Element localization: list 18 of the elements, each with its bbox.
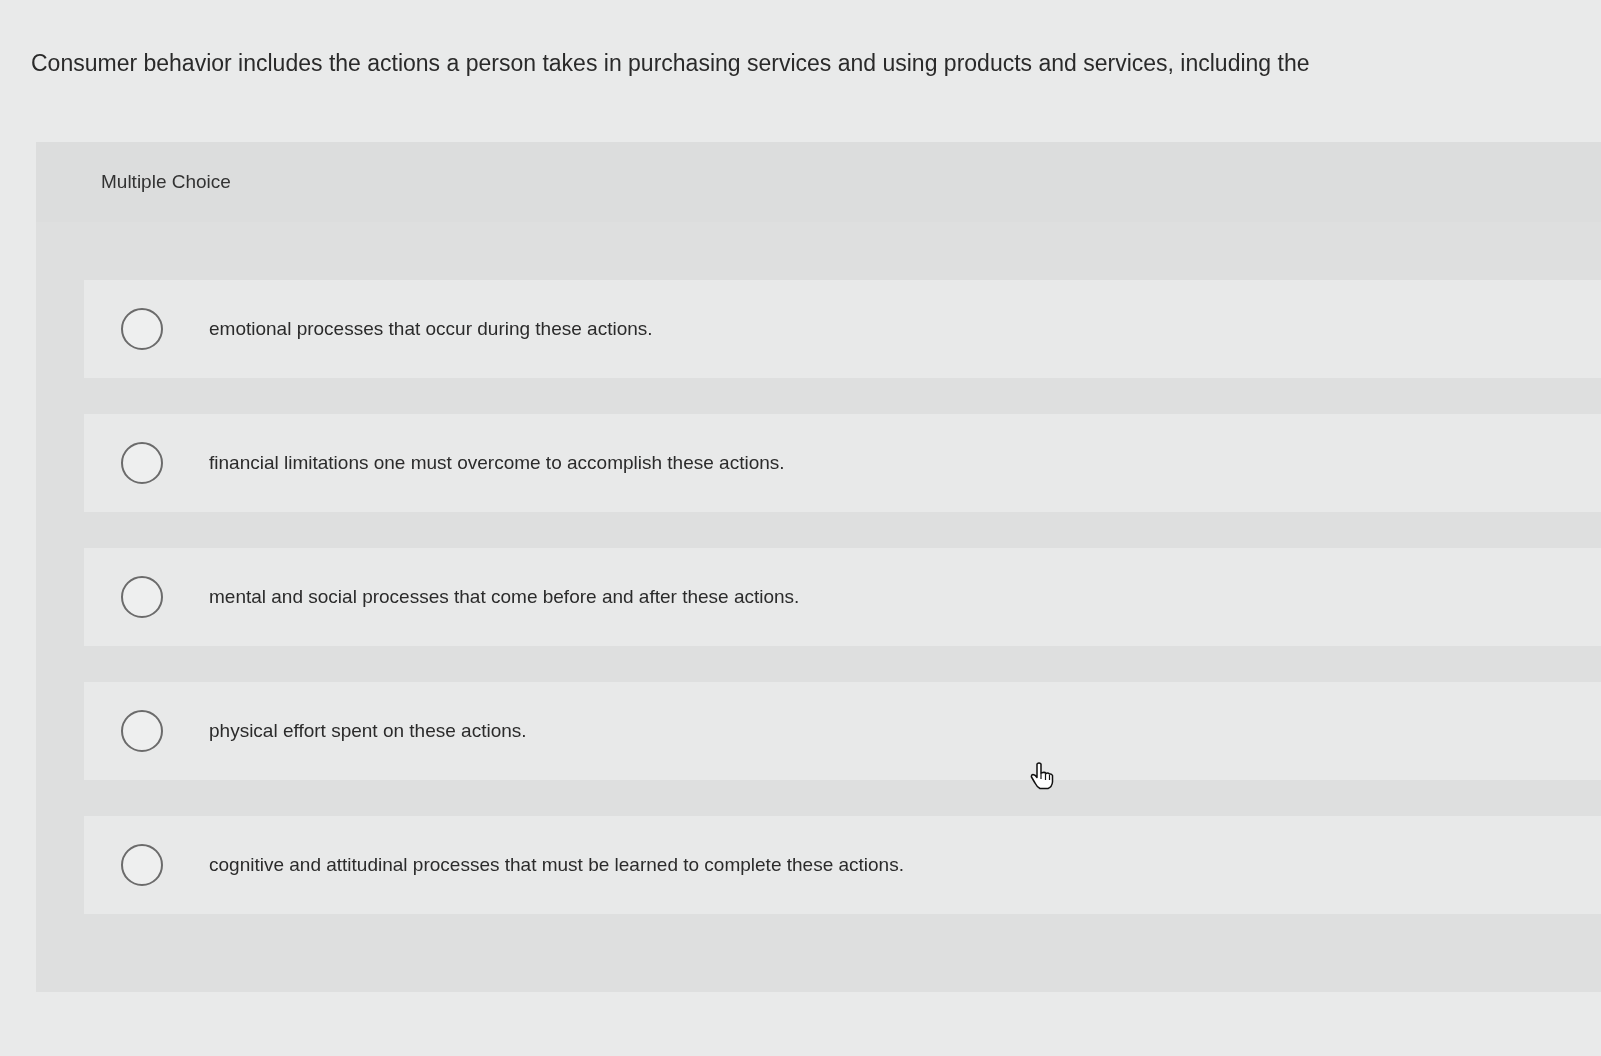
hand-pointer-icon [1030, 762, 1054, 790]
radio-button[interactable] [121, 442, 163, 484]
radio-button[interactable] [121, 576, 163, 618]
radio-button[interactable] [121, 710, 163, 752]
question-text: Consumer behavior includes the actions a person takes in purchasing services and using products and services, including the [31, 49, 1311, 78]
answer-text: cognitive and attitudinal processes that must be learned to complete these actions. [209, 854, 904, 876]
answer-text: mental and social processes that come before and after these actions. [209, 586, 800, 608]
answer-option[interactable]: cognitive and attitudinal processes that must be learned to complete these actions. [84, 816, 1601, 914]
radio-button[interactable] [121, 844, 163, 886]
answer-option[interactable]: physical effort spent on these actions. [84, 682, 1601, 780]
answer-option[interactable]: mental and social processes that come before and after these actions. [84, 548, 1601, 646]
answer-text: emotional processes that occur during these actions. [209, 318, 653, 340]
question-type-label: Multiple Choice [101, 171, 231, 193]
radio-button[interactable] [121, 308, 163, 350]
answer-option[interactable]: financial limitations one must overcome to accomplish these actions. [84, 414, 1601, 512]
answer-text: physical effort spent on these actions. [209, 720, 527, 742]
answer-option[interactable]: emotional processes that occur during these actions. [84, 280, 1601, 378]
answer-text: financial limitations one must overcome to accomplish these actions. [209, 452, 785, 474]
